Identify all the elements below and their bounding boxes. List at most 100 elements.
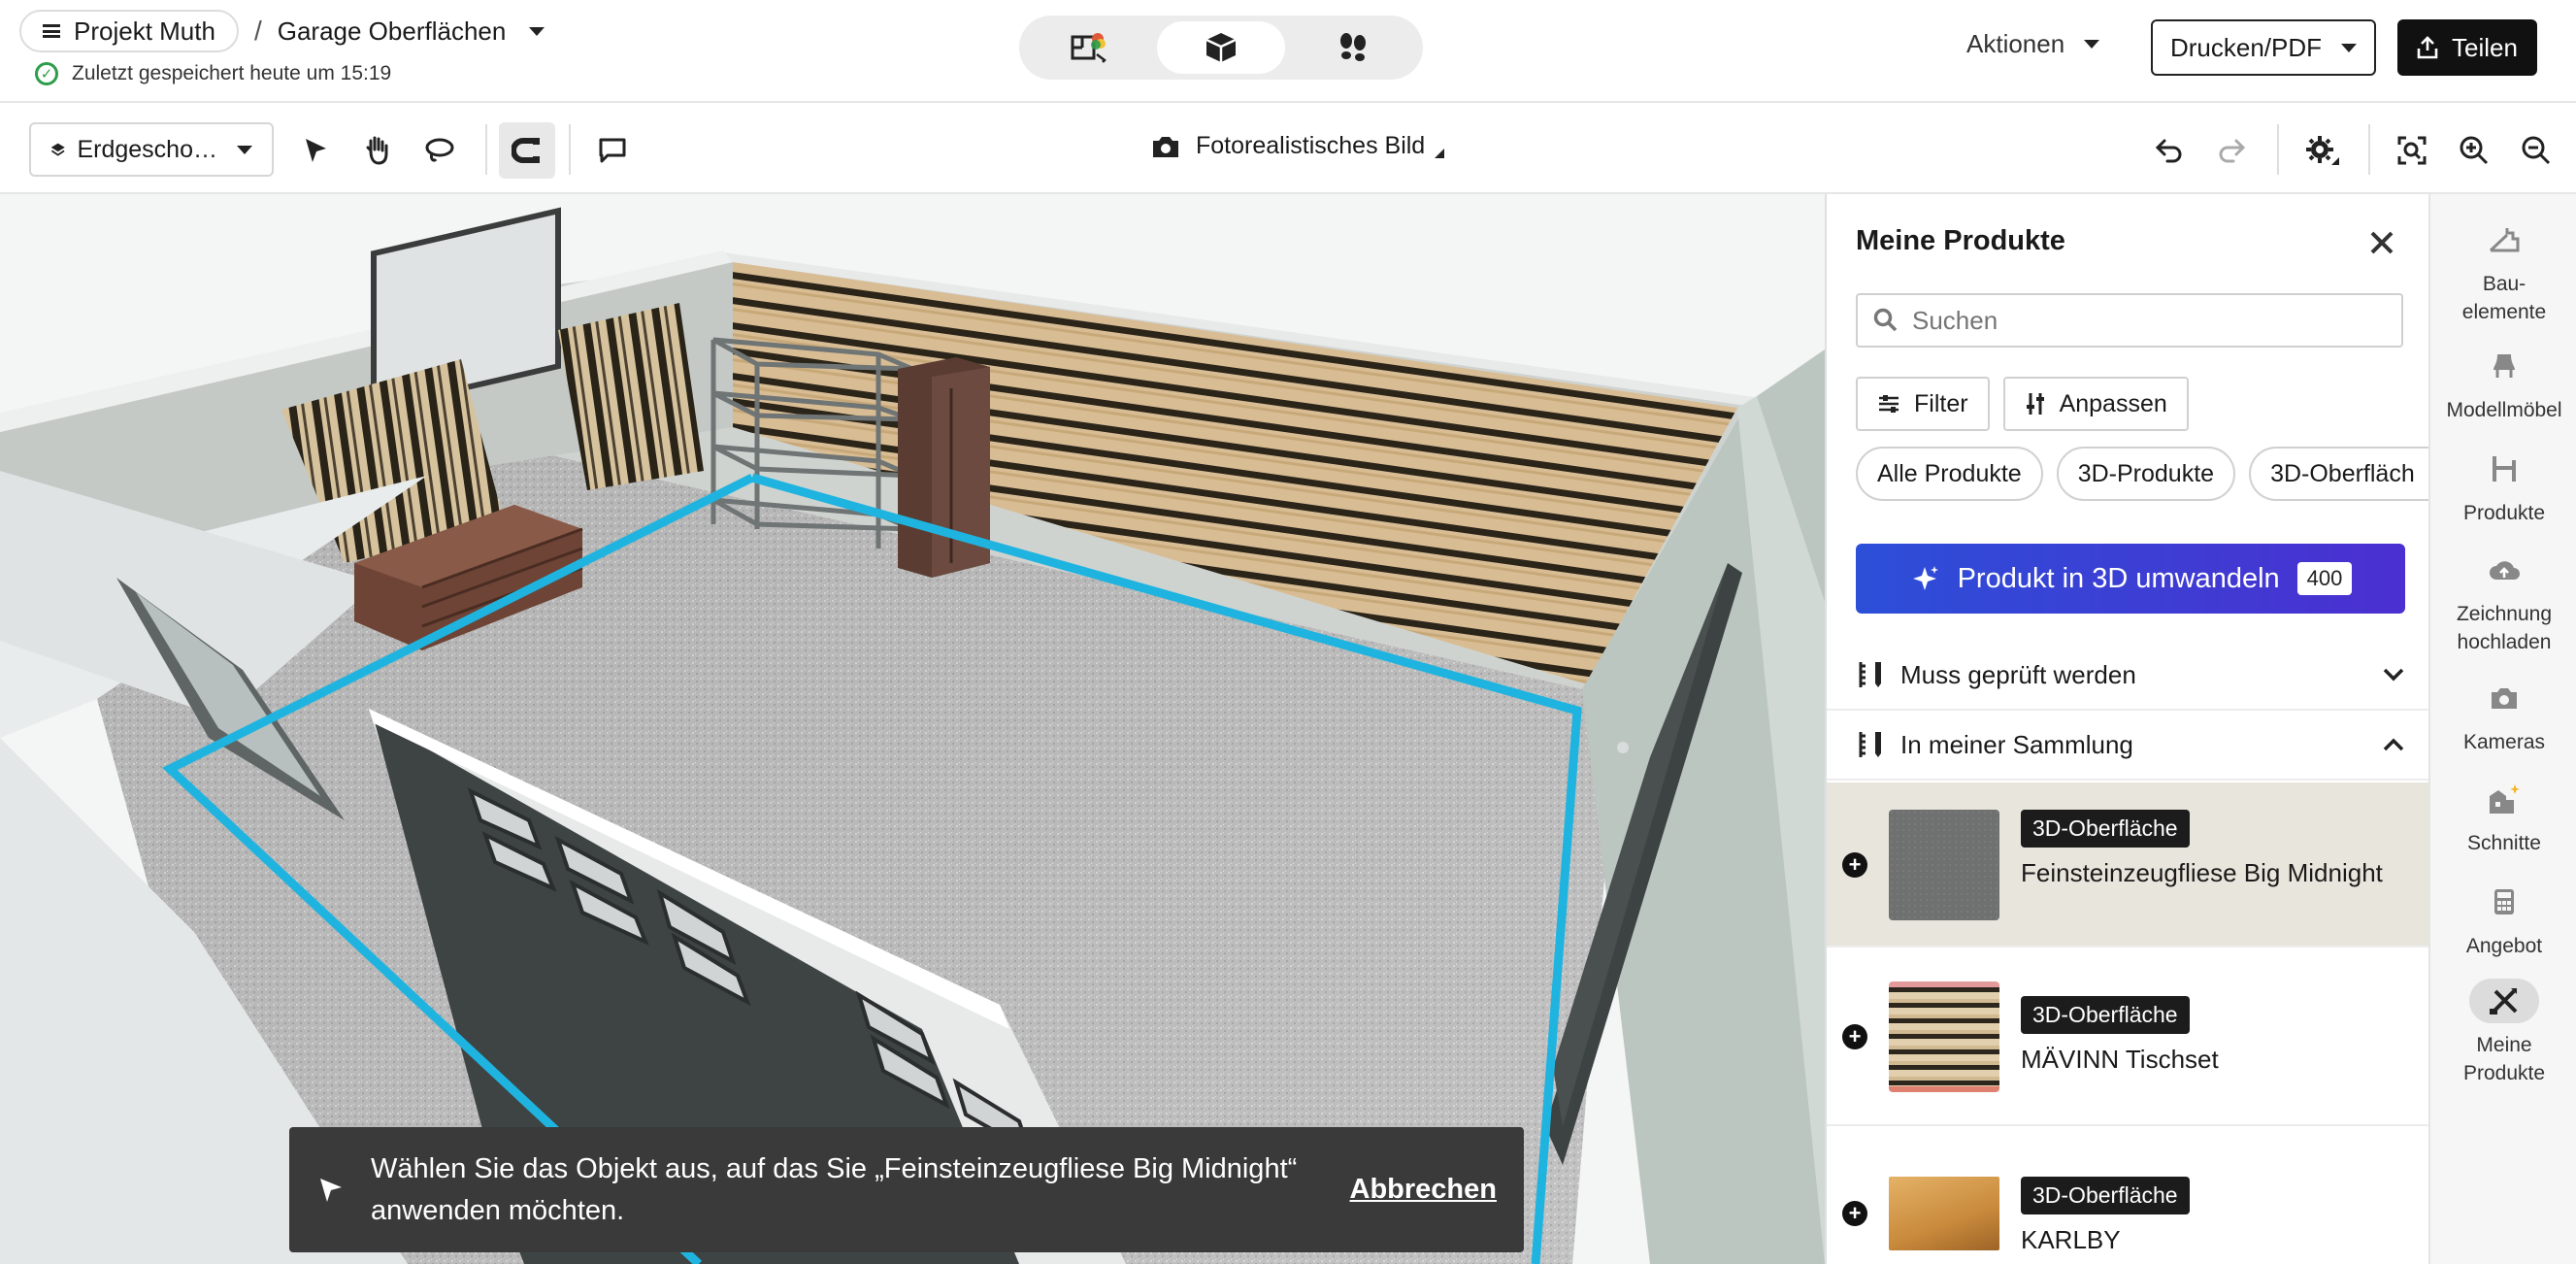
sidebar-item-label: Modellmöbel: [2446, 399, 2562, 421]
sidebar-item-model-furniture[interactable]: Modellmöbel: [2430, 344, 2576, 424]
convert-label: Produkt in 3D umwandeln: [1957, 562, 2280, 594]
sidebar-item-label: Angebot: [2465, 935, 2543, 957]
search-field[interactable]: [1856, 293, 2403, 348]
products-icon: [2482, 447, 2526, 491]
zoom-out-button[interactable]: [2508, 122, 2564, 179]
tab-3d-products[interactable]: 3D-Produkte: [2056, 447, 2236, 501]
my-products-icon: [2469, 979, 2539, 1023]
section-in-my-collection[interactable]: In meiner Sammlung: [1827, 711, 2428, 781]
chevron-up-icon: [2383, 738, 2404, 751]
cursor-arrow-icon: [306, 139, 326, 162]
my-products-panel: Meine Produkte Filter Anpassen Alle Prod…: [1825, 194, 2428, 1264]
search-input[interactable]: [1912, 305, 2378, 336]
sidebar-item-label: Bau- elemente: [2461, 273, 2547, 323]
print-pdf-button[interactable]: Drucken/PDF: [2151, 19, 2376, 76]
close-panel-button[interactable]: [2362, 223, 2401, 262]
undo-icon: [2155, 139, 2182, 163]
ruler-pencil-icon: [1859, 732, 1881, 757]
zoom-in-icon: [2460, 136, 2489, 165]
settings-button[interactable]: [2295, 122, 2351, 179]
footsteps-icon: [1340, 33, 1366, 61]
sidebar-item-building-elements[interactable]: Bau- elemente: [2430, 217, 2576, 326]
toolbar-divider: [2368, 124, 2370, 175]
cancel-button[interactable]: Abbrechen: [1350, 1174, 1497, 1206]
sidebar-item-upload-drawing[interactable]: Zeichnung hochladen: [2430, 548, 2576, 656]
print-label: Drucken/PDF: [2169, 32, 2323, 62]
share-icon: [2417, 36, 2438, 59]
product-item[interactable]: + 3D-Oberfläche KARLBY: [1827, 1126, 2428, 1264]
sliders-icon: [1879, 395, 1899, 413]
undo-button[interactable]: [2141, 122, 2197, 179]
convert-to-3d-button[interactable]: Produkt in 3D umwandeln 400: [1856, 544, 2405, 614]
add-product-button[interactable]: +: [1842, 852, 1867, 878]
building-elements-icon: [2482, 217, 2526, 262]
sidebar-item-products[interactable]: Produkte: [2430, 447, 2576, 527]
magnet-icon: [512, 138, 540, 163]
product-thumbnail: [1889, 810, 1999, 920]
filter-button[interactable]: Filter: [1856, 377, 1990, 431]
filter-row: Filter Anpassen: [1856, 377, 2189, 431]
section-label: Muss geprüft werden: [1900, 659, 2136, 689]
product-thumbnail: [1889, 981, 1999, 1092]
floor-selector[interactable]: Erdgescho…: [29, 122, 274, 177]
sidebar-item-my-products[interactable]: Meine Produkte: [2430, 979, 2576, 1087]
sparkle-icon: [1912, 566, 1938, 590]
add-product-button[interactable]: +: [1842, 1024, 1867, 1049]
product-name: Feinsteinzeugfliese Big Midnight: [2021, 858, 2383, 887]
sidebar-item-quote[interactable]: Angebot: [2430, 880, 2576, 960]
sidebar-item-sections[interactable]: Schnitte: [2430, 777, 2576, 857]
adjust-icon: [2026, 393, 2044, 415]
adjust-button[interactable]: Anpassen: [2002, 377, 2189, 431]
camera-icon: [1153, 136, 1178, 157]
share-button[interactable]: Teilen: [2397, 19, 2537, 76]
calculator-icon: [2482, 880, 2526, 924]
product-item[interactable]: + 3D-Oberfläche MÄVINN Tischset: [1827, 948, 2428, 1126]
sections-icon: [2482, 777, 2526, 821]
fit-view-button[interactable]: [2384, 122, 2440, 179]
panel-title: Meine Produkte: [1856, 225, 2065, 256]
plan-name-dropdown[interactable]: Garage Oberflächen: [278, 17, 545, 47]
product-info: 3D-Oberfläche KARLBY: [2021, 1177, 2390, 1257]
save-status-text: Zuletzt gespeichert heute um 15:19: [72, 62, 392, 84]
redo-icon: [2219, 139, 2246, 163]
check-circle-icon: ✓: [35, 62, 58, 85]
photorealistic-image-button[interactable]: Fotorealistisches Bild: [1151, 132, 1445, 160]
tab-all-products[interactable]: Alle Produkte: [1856, 447, 2043, 501]
sidebar-item-label: Kameras: [2462, 731, 2546, 753]
pan-tool-button[interactable]: [349, 122, 406, 179]
product-item[interactable]: + 3D-Oberfläche Feinsteinzeugfliese Big …: [1827, 782, 2428, 948]
toolbar-divider: [569, 124, 571, 175]
redo-button[interactable]: [2203, 122, 2260, 179]
floorplan-2d-icon: [1071, 33, 1106, 63]
hand-icon: [366, 136, 388, 165]
tab-3d-surfaces[interactable]: 3D-Oberfläch: [2249, 447, 2428, 501]
breadcrumb-separator: /: [253, 16, 262, 46]
select-tool-button[interactable]: [287, 122, 344, 179]
view-3d-button[interactable]: [1157, 21, 1285, 74]
floor-label: Erdgescho…: [77, 135, 217, 163]
walkthrough-button[interactable]: [1289, 21, 1417, 74]
project-menu-button[interactable]: Projekt Muth: [19, 10, 239, 52]
zoom-in-button[interactable]: [2446, 122, 2502, 179]
3d-viewport[interactable]: [0, 194, 1825, 1264]
comment-icon: [599, 138, 626, 163]
section-needs-review[interactable]: Muss geprüft werden: [1827, 641, 2428, 711]
sidebar-item-cameras[interactable]: Kameras: [2430, 676, 2576, 756]
layers-icon: [50, 143, 65, 156]
photo-label: Fotorealistisches Bild: [1196, 132, 1426, 159]
section-label: In meiner Sammlung: [1900, 729, 2133, 759]
plan-name: Garage Oberflächen: [277, 16, 507, 46]
snap-magnet-button[interactable]: [499, 122, 555, 179]
garage-3d-render[interactable]: [0, 194, 1825, 1264]
add-product-button[interactable]: +: [1842, 1201, 1867, 1226]
lasso-tool-button[interactable]: [412, 122, 468, 179]
search-icon: [1873, 308, 1898, 332]
save-status: ✓ Zuletzt gespeichert heute um 15:19: [35, 62, 391, 85]
view-2d-button[interactable]: [1025, 21, 1153, 74]
share-label: Teilen: [2452, 32, 2518, 62]
actions-label: Aktionen: [1966, 29, 2065, 58]
comment-tool-button[interactable]: [584, 122, 641, 179]
zoom-out-icon: [2522, 136, 2551, 165]
actions-menu-button[interactable]: Aktionen: [1966, 29, 2100, 59]
ruler-pencil-icon: [1859, 662, 1881, 687]
